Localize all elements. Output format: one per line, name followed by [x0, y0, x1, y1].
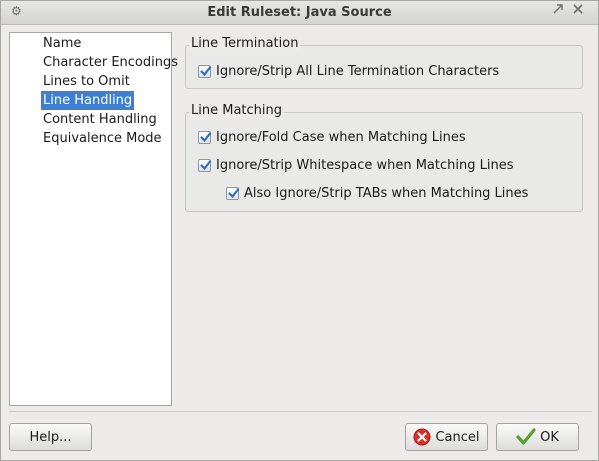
nav-item-line-handling[interactable]: Line Handling [41, 91, 135, 110]
checkmark-icon [200, 131, 212, 142]
strip-whitespace-label: Ignore/Strip Whitespace when Matching Li… [216, 157, 514, 173]
checkmark-icon [200, 159, 212, 170]
strip-line-termination-option[interactable]: Ignore/Strip All Line Termination Charac… [198, 62, 499, 80]
line-matching-title: Line Matching [189, 103, 284, 118]
cancel-button-label: Cancel [435, 429, 480, 445]
help-button-label: Help... [29, 429, 72, 445]
maximize-icon[interactable] [552, 3, 564, 18]
strip-tabs-option[interactable]: Also Ignore/Strip TABs when Matching Lin… [226, 184, 528, 202]
window-title: Edit Ruleset: Java Source [207, 5, 392, 20]
close-icon[interactable] [572, 3, 584, 18]
fold-case-option[interactable]: Ignore/Fold Case when Matching Lines [198, 128, 466, 146]
ok-button-label: OK [540, 429, 559, 445]
line-termination-title: Line Termination [189, 36, 301, 51]
line-matching-group: Line Matching Ignore/Fold Case when Matc… [185, 103, 583, 212]
strip-line-termination-checkbox[interactable] [198, 64, 212, 78]
ok-button[interactable]: OK [496, 423, 579, 451]
strip-whitespace-checkbox[interactable] [198, 158, 212, 172]
strip-tabs-label: Also Ignore/Strip TABs when Matching Lin… [244, 185, 529, 201]
strip-tabs-checkbox[interactable] [226, 186, 240, 200]
help-button[interactable]: Help... [9, 423, 92, 451]
line-termination-group: Line Termination Ignore/Strip All Line T… [185, 36, 583, 89]
nav-item-name[interactable]: Name [41, 34, 83, 53]
fold-case-label: Ignore/Fold Case when Matching Lines [216, 129, 466, 145]
strip-line-termination-label: Ignore/Strip All Line Termination Charac… [216, 63, 500, 79]
strip-whitespace-option[interactable]: Ignore/Strip Whitespace when Matching Li… [198, 156, 513, 174]
cancel-button[interactable]: Cancel [405, 423, 488, 451]
nav-item-equivalence-mode[interactable]: Equivalence Mode [41, 129, 164, 148]
nav-item-content-handling[interactable]: Content Handling [41, 110, 159, 129]
fold-case-checkbox[interactable] [198, 130, 212, 144]
dialog-window: ⚙ Edit Ruleset: Java Source Name Charact… [0, 0, 599, 461]
cancel-icon [413, 428, 431, 446]
checkmark-icon [200, 65, 212, 76]
checkmark-icon [228, 187, 240, 198]
footer-divider [9, 411, 592, 412]
title-bar[interactable]: ⚙ Edit Ruleset: Java Source [1, 1, 598, 25]
nav-item-lines-to-omit[interactable]: Lines to Omit [41, 72, 132, 91]
checkmark-icon [516, 428, 536, 446]
section-list: Name Character Encodings Lines to Omit L… [9, 32, 178, 406]
nav-item-character-encodings[interactable]: Character Encodings [41, 53, 180, 72]
